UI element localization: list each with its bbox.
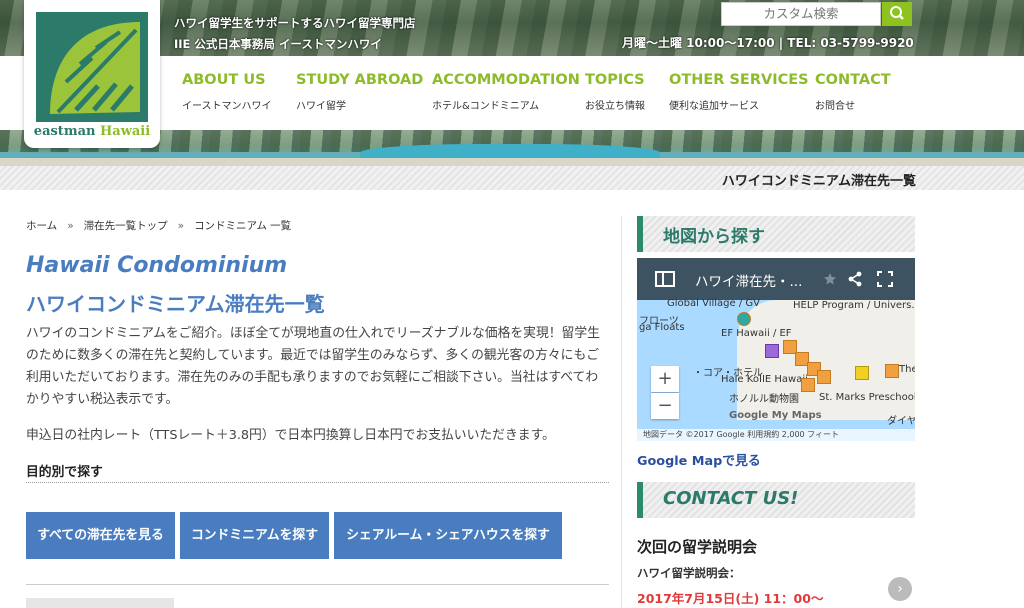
map-title-bar: ハワイ滞在先・...: [637, 258, 915, 300]
page-title: ハワイコンドミニアム滞在先一覧: [26, 292, 325, 316]
page: ハワイコンドミニアム滞在先一覧 eastman Hawaii ハワイ留学生をサポ…: [0, 0, 1024, 608]
map-label: The C: [899, 364, 915, 375]
search-button[interactable]: [882, 2, 912, 26]
nav-label-en: STUDY ABROAD: [296, 72, 424, 88]
map-zoom-in[interactable]: +: [651, 366, 679, 392]
map-label: Global Village / GV: [667, 298, 760, 309]
map-title: ハワイ滞在先・...: [695, 274, 803, 290]
fullscreen-icon[interactable]: [877, 271, 893, 287]
google-map-link[interactable]: Google Mapで見る: [637, 450, 761, 469]
breadcrumb-separator: »: [177, 220, 185, 232]
seminar-date[interactable]: 2017年7月15日(土) 11：00〜: [637, 588, 823, 607]
sidebar-divider: [621, 216, 622, 608]
map-pin[interactable]: [765, 344, 779, 358]
nav-label-en: ABOUT US: [182, 72, 266, 88]
nav-accommodation[interactable]: ACCOMMODATION ホテル&コンドミニアム: [432, 72, 580, 112]
pool-deck: [0, 158, 1024, 166]
map-label: EF Hawaii / EF: [721, 328, 792, 339]
brand-name: eastman Hawaii: [24, 124, 160, 139]
share-icon[interactable]: [847, 271, 863, 287]
business-hours: 月曜〜土曜 10:00〜17:00 | TEL: 03-5799-9920: [622, 36, 914, 50]
breadcrumb-stay-top[interactable]: 滞在先一覧トップ: [84, 220, 168, 232]
map-footer: 地図データ ©2017 Google 利用規約 2,000 フィート: [637, 429, 915, 441]
nav-label-en: OTHER SERVICES: [669, 72, 809, 88]
site-logo[interactable]: eastman Hawaii: [24, 0, 160, 148]
rate-note: 申込日の社内レート（TTSレート＋3.8円）で日本円換算し日本円でお支払いいただ…: [26, 428, 555, 443]
content-tab: [26, 598, 174, 608]
header-subtagline: IIE 公式日本事務局 イーストマンハワイ: [174, 37, 382, 51]
nav-other-services[interactable]: OTHER SERVICES 便利な追加サービス: [669, 72, 809, 112]
nav-label-en: ACCOMMODATION: [432, 72, 580, 88]
nav-label-jp: イーストマンハワイ: [182, 101, 272, 112]
map-zoom-out[interactable]: −: [651, 393, 679, 419]
map-label: Hale Ko: [721, 374, 759, 385]
page-title-strip: ハワイコンドミニアム滞在先一覧: [0, 166, 1024, 190]
page-title-en: Hawaii Condominium: [26, 253, 288, 278]
search-by-purpose-heading: 目的別で探す: [26, 461, 609, 483]
map-label: ga Floats: [639, 322, 685, 333]
nav-topics[interactable]: TOPICS お役立ち情報: [585, 72, 645, 112]
nav-label-jp: ホテル&コンドミニアム: [432, 101, 540, 112]
map-search-heading: 地図から探す: [637, 216, 915, 252]
map-pin[interactable]: [885, 364, 899, 378]
seminar-title: 次回の留学説明会: [637, 538, 758, 556]
intro-text: ハワイのコンドミニアムをご紹介。ほぼ全てが現地直の仕入れでリーズナブルな価格を実…: [26, 326, 600, 407]
search-icon: [890, 6, 904, 20]
nav-about-us[interactable]: ABOUT US イーストマンハワイ: [182, 72, 272, 112]
embedded-map[interactable]: ハワイ滞在先・... Global Village / GV HELP Prog…: [637, 258, 915, 441]
nav-label-en: CONTACT: [815, 72, 891, 88]
contact-us-heading[interactable]: CONTACT US!: [637, 482, 915, 518]
breadcrumb: ホーム » 滞在先一覧トップ » コンドミニアム 一覧: [26, 218, 291, 233]
contact-heading-label: CONTACT US!: [663, 488, 799, 509]
view-all-stays-button[interactable]: すべての滞在先を見る: [26, 512, 175, 559]
map-pin[interactable]: [737, 312, 751, 326]
breadcrumb-current: コンドミニアム 一覧: [194, 220, 292, 232]
breadcrumb-home[interactable]: ホーム: [26, 220, 57, 232]
monstera-leaf-icon: [36, 12, 148, 122]
nav-label-jp: 便利な追加サービス: [669, 101, 759, 112]
find-share-room-button[interactable]: シェアルーム・シェアハウスを探す: [334, 512, 562, 559]
chevron-right-icon[interactable]: ›: [888, 577, 912, 601]
map-pin[interactable]: [817, 370, 831, 384]
brand-eastman: eastman: [33, 124, 96, 139]
find-condominium-button[interactable]: コンドミニアムを探す: [180, 512, 329, 559]
nav-label-en: TOPICS: [585, 72, 645, 88]
nav-label-jp: お役立ち情報: [585, 101, 645, 112]
sidebar-toggle-icon[interactable]: [655, 271, 675, 287]
nav-label-jp: お問合せ: [815, 101, 855, 112]
search-input[interactable]: カスタム検索: [721, 2, 881, 26]
map-label: HELP Program / Univers...: [793, 300, 915, 311]
map-label: St. Marks Preschool: [819, 392, 915, 403]
map-pin[interactable]: [801, 378, 815, 392]
divider: [26, 584, 609, 585]
star-icon[interactable]: [823, 272, 837, 286]
nav-study-abroad[interactable]: STUDY ABROAD ハワイ留学: [296, 72, 423, 112]
map-heading-label: 地図から探す: [663, 227, 765, 247]
breadcrumb-separator: »: [67, 220, 74, 232]
header-tagline: ハワイ留学生をサポートするハワイ留学専門店: [174, 16, 416, 30]
map-label: ダイヤ: [887, 416, 915, 427]
seminar-subtitle: ハワイ留学説明会：: [637, 566, 741, 580]
page-strip-title: ハワイコンドミニアム滞在先一覧: [721, 174, 916, 189]
brand-hawaii: Hawaii: [99, 124, 151, 139]
google-my-maps-logo: Google My Maps: [729, 410, 822, 421]
map-pin[interactable]: [855, 366, 869, 380]
nav-label-jp: ハワイ留学: [296, 101, 346, 112]
map-label: ホノルル動物園: [729, 394, 799, 405]
nav-contact[interactable]: CONTACT お問合せ: [815, 72, 891, 112]
